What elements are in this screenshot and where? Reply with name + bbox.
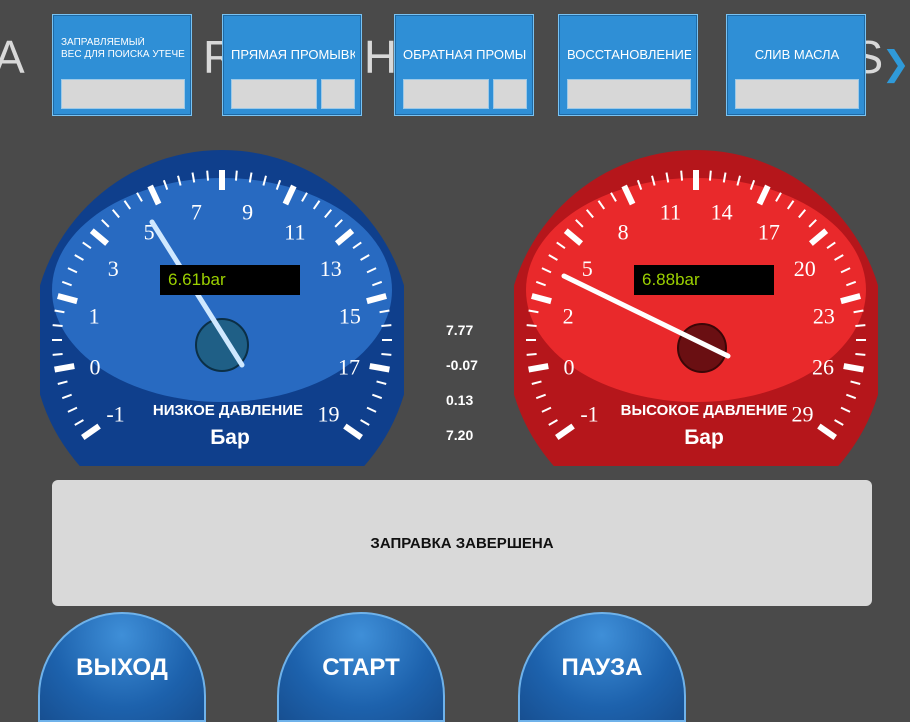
recovery-button[interactable]: ВОССТАНОВЛЕНИЕ (558, 14, 698, 116)
status-panel: ЗАПРАВКА ЗАВЕРШЕНА (52, 480, 872, 606)
side-value: -0.07 (446, 355, 496, 390)
value-slot (493, 79, 527, 109)
scale-label: 9 (242, 200, 253, 225)
side-value: 7.20 (446, 425, 496, 460)
scale-label: 23 (813, 303, 835, 328)
high-pressure-unit: Бар (644, 426, 764, 450)
pause-button-label: ПАУЗА (562, 654, 643, 681)
value-slot (403, 79, 489, 109)
side-value: 0.13 (446, 390, 496, 425)
minor-tick (53, 354, 63, 355)
scale-label: -1 (580, 402, 598, 427)
minor-tick (710, 171, 711, 181)
major-tick (844, 366, 864, 369)
chevron-right-icon: ❯ (882, 44, 910, 84)
watermark-segment: A (0, 30, 26, 84)
value-slot (567, 79, 691, 109)
high-pressure-title: ВЫСОКОЕ ДАВЛЕНИЕ (604, 402, 804, 419)
scale-label: 8 (618, 219, 629, 244)
scale-label: 13 (320, 256, 342, 281)
minor-tick (855, 325, 865, 326)
scale-label: 26 (812, 355, 834, 380)
oil-drain-button[interactable]: СЛИВ МАСЛА (726, 14, 866, 116)
minor-tick (527, 354, 537, 355)
button-label: ЗАПРАВЛЯЕМЫЙ ВЕС ДЛЯ ПОИСКА УТЕЧЕК (61, 37, 185, 73)
scale-label: 20 (794, 256, 816, 281)
scale-label: 15 (339, 303, 361, 328)
value-slot (321, 79, 355, 109)
scale-label: 1 (89, 303, 100, 328)
scale-label: 0 (89, 355, 100, 380)
scale-label: -1 (106, 402, 124, 427)
minor-tick (207, 171, 208, 181)
button-label: СЛИВ МАСЛА (735, 37, 859, 73)
low-pressure-gauge: -10135791113151719 6.61bar НИЗКОЕ ДАВЛЕН… (40, 150, 404, 471)
scale-label: 3 (108, 256, 119, 281)
scale-label: 5 (582, 256, 593, 281)
scale-label: 19 (317, 402, 339, 427)
high-pressure-readout: 6.88bar (634, 265, 774, 295)
scale-label: 11 (284, 219, 305, 244)
minor-tick (53, 325, 63, 326)
side-value: 7.77 (446, 320, 496, 355)
scale-label: 0 (563, 355, 574, 380)
button-label: ПРЯМАЯ ПРОМЫВКА (231, 37, 355, 73)
value-slot (735, 79, 859, 109)
low-pressure-readout: 6.61bar (160, 265, 300, 295)
major-tick (529, 366, 549, 369)
low-pressure-unit: Бар (170, 426, 290, 450)
pause-button[interactable]: ПАУЗА (518, 612, 686, 722)
forward-flush-button[interactable]: ПРЯМАЯ ПРОМЫВКА (222, 14, 362, 116)
value-slot (61, 79, 185, 109)
minor-tick (527, 325, 537, 326)
scale-label: 2 (563, 303, 574, 328)
minor-tick (381, 325, 391, 326)
scale-label: 17 (338, 355, 360, 380)
start-button-label: СТАРТ (322, 654, 400, 681)
exit-button[interactable]: ВЫХОД (38, 612, 206, 722)
minor-tick (381, 354, 391, 355)
status-message: ЗАПРАВКА ЗАВЕРШЕНА (370, 535, 553, 552)
start-button[interactable]: СТАРТ (277, 612, 445, 722)
major-tick (55, 366, 75, 369)
button-label-line1: ЗАПРАВЛЯЕМЫЙ (61, 37, 185, 49)
high-pressure-gauge: -1025811141720232629 6.88bar ВЫСОКОЕ ДАВ… (514, 150, 878, 471)
minor-tick (681, 171, 682, 181)
scale-label: 7 (191, 200, 202, 225)
scale-label: 17 (758, 219, 780, 244)
exit-button-label: ВЫХОД (76, 654, 168, 681)
button-label-line2: ВЕС ДЛЯ ПОИСКА УТЕЧЕК (61, 49, 185, 61)
low-pressure-title: НИЗКОЕ ДАВЛЕНИЕ (138, 402, 318, 419)
button-label: ОБРАТНАЯ ПРОМЫВКА (403, 37, 527, 73)
major-tick (370, 366, 390, 369)
minor-tick (855, 354, 865, 355)
value-slot (231, 79, 317, 109)
scale-label: 11 (660, 200, 681, 225)
minor-tick (236, 171, 237, 181)
scale-label: 14 (711, 200, 733, 225)
side-values-list: 7.77 -0.07 0.13 7.20 (446, 320, 496, 460)
leak-search-weight-button[interactable]: ЗАПРАВЛЯЕМЫЙ ВЕС ДЛЯ ПОИСКА УТЕЧЕК (52, 14, 192, 116)
button-label: ВОССТАНОВЛЕНИЕ (567, 37, 691, 73)
reverse-flush-button[interactable]: ОБРАТНАЯ ПРОМЫВКА (394, 14, 534, 116)
